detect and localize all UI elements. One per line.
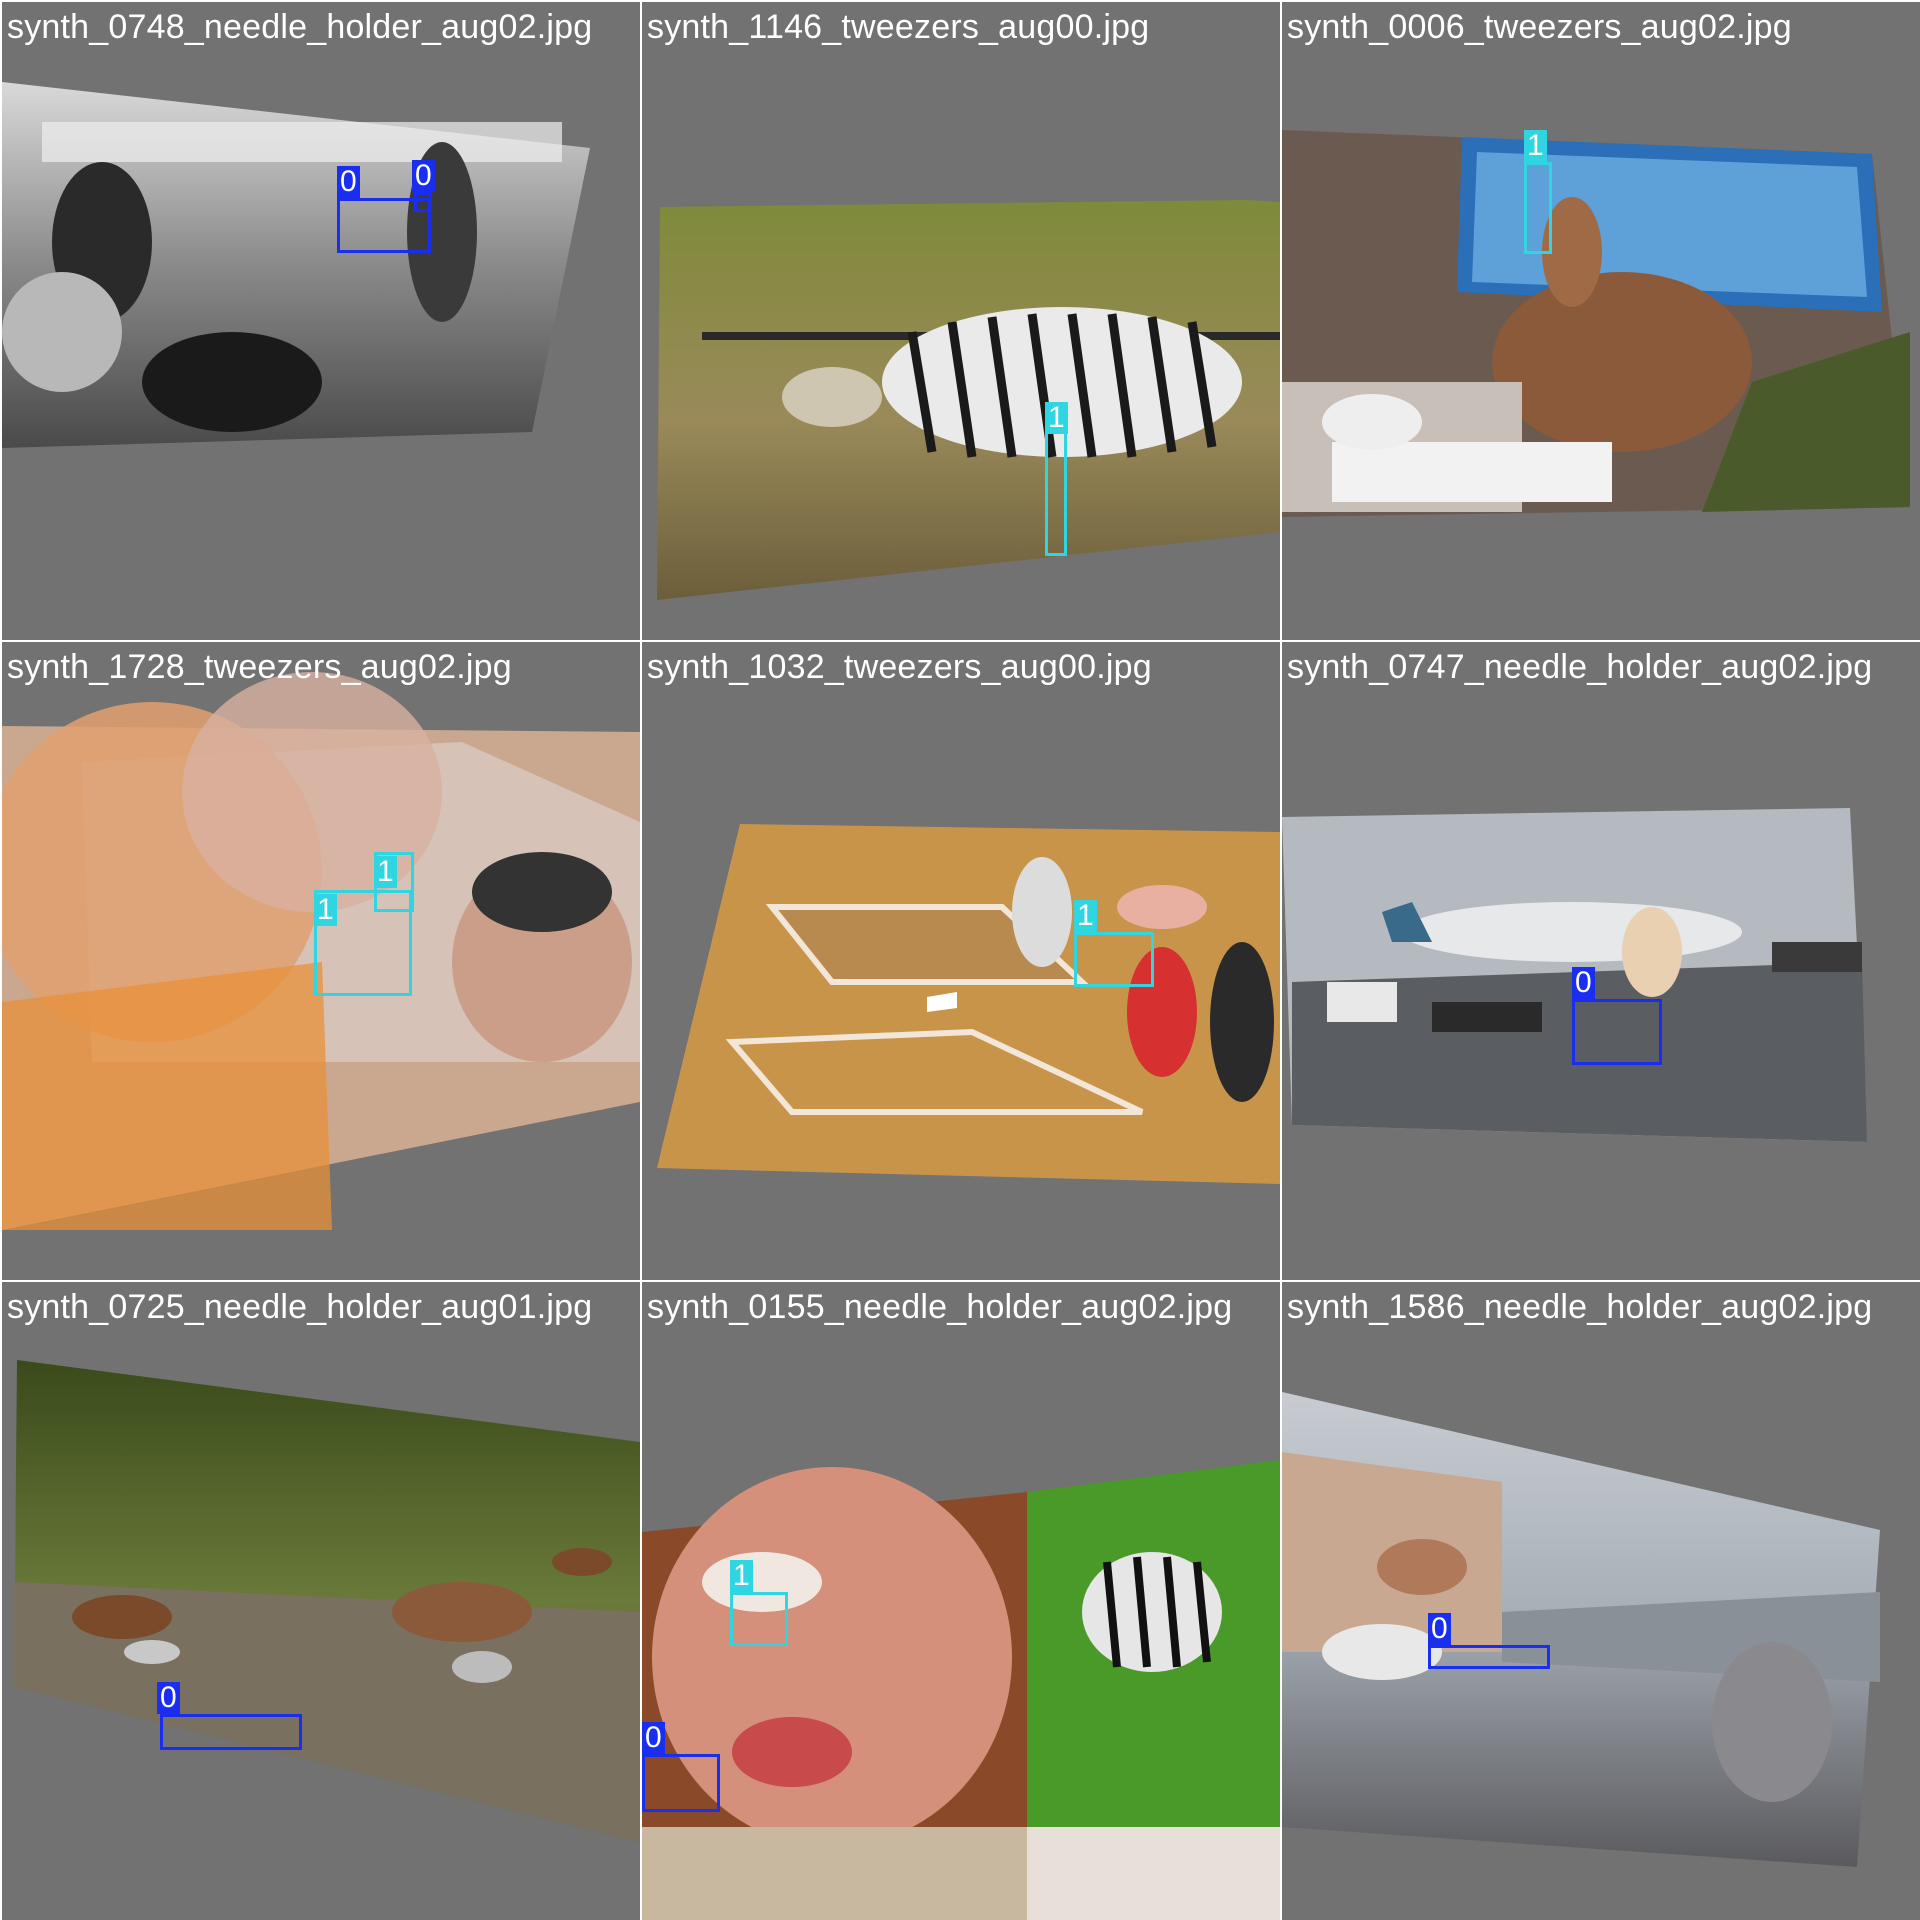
- bbox-0: [1572, 999, 1662, 1065]
- tile-2: 1 synth_1146_tweezers_aug00.jpg: [642, 2, 1280, 640]
- bbox-label: 0: [1428, 1613, 1451, 1645]
- tile-title: synth_0155_needle_holder_aug02.jpg: [647, 1288, 1233, 1326]
- tile-title: synth_1728_tweezers_aug02.jpg: [7, 648, 512, 686]
- tile-title: synth_1032_tweezers_aug00.jpg: [647, 648, 1152, 686]
- photo-7: [14, 1360, 640, 1842]
- photo-3: [1282, 130, 1910, 517]
- tile-4: 1 1 synth_1728_tweezers_aug02.jpg: [2, 642, 640, 1280]
- bbox-label: 0: [642, 1722, 665, 1754]
- mosaic-grid: 0 0 synth_0748_needle_holder_aug02.jpg 1…: [0, 0, 1920, 1920]
- bbox-label: 1: [730, 1560, 753, 1592]
- bbox-1: [1524, 162, 1552, 254]
- bbox-label: 1: [1045, 402, 1068, 434]
- bbox-0: [1428, 1645, 1550, 1669]
- photo-1: [2, 82, 590, 448]
- tile-title: synth_1586_needle_holder_aug02.jpg: [1287, 1288, 1873, 1326]
- tile-title: synth_0748_needle_holder_aug02.jpg: [7, 8, 593, 46]
- tile-7: 0 synth_0725_needle_holder_aug01.jpg: [2, 1282, 640, 1920]
- bbox-0: [414, 192, 432, 212]
- tile-3: 1 synth_0006_tweezers_aug02.jpg: [1282, 2, 1920, 640]
- photo-6: [1282, 808, 1867, 1142]
- bbox-label: 0: [157, 1682, 180, 1714]
- photo-5: [657, 824, 1280, 1184]
- bbox-0: [160, 1714, 302, 1750]
- bbox-label: 1: [374, 856, 397, 888]
- bbox-label: 0: [1572, 967, 1595, 999]
- tile-title: synth_0725_needle_holder_aug01.jpg: [7, 1288, 593, 1326]
- bbox-1: [1074, 932, 1154, 987]
- bbox-label: 1: [1074, 900, 1097, 932]
- tile-9: 0 synth_1586_needle_holder_aug02.jpg: [1282, 1282, 1920, 1920]
- tile-1: 0 0 synth_0748_needle_holder_aug02.jpg: [2, 2, 640, 640]
- bbox-label: 0: [337, 166, 360, 198]
- tile-5: 1 synth_1032_tweezers_aug00.jpg: [642, 642, 1280, 1280]
- bbox-1: [730, 1592, 788, 1646]
- bbox-label: 1: [314, 894, 337, 926]
- tile-title: synth_0006_tweezers_aug02.jpg: [1287, 8, 1792, 46]
- bbox-label: 0: [412, 160, 435, 192]
- tile-6: 0 synth_0747_needle_holder_aug02.jpg: [1282, 642, 1920, 1280]
- bbox-label: 1: [1524, 130, 1547, 162]
- photo-2: [657, 200, 1280, 600]
- tile-title: synth_0747_needle_holder_aug02.jpg: [1287, 648, 1873, 686]
- photo-9: [1282, 1392, 1880, 1867]
- bbox-0: [642, 1754, 720, 1812]
- tile-8: 1 0 synth_0155_needle_holder_aug02.jpg: [642, 1282, 1280, 1920]
- tile-title: synth_1146_tweezers_aug00.jpg: [647, 8, 1150, 46]
